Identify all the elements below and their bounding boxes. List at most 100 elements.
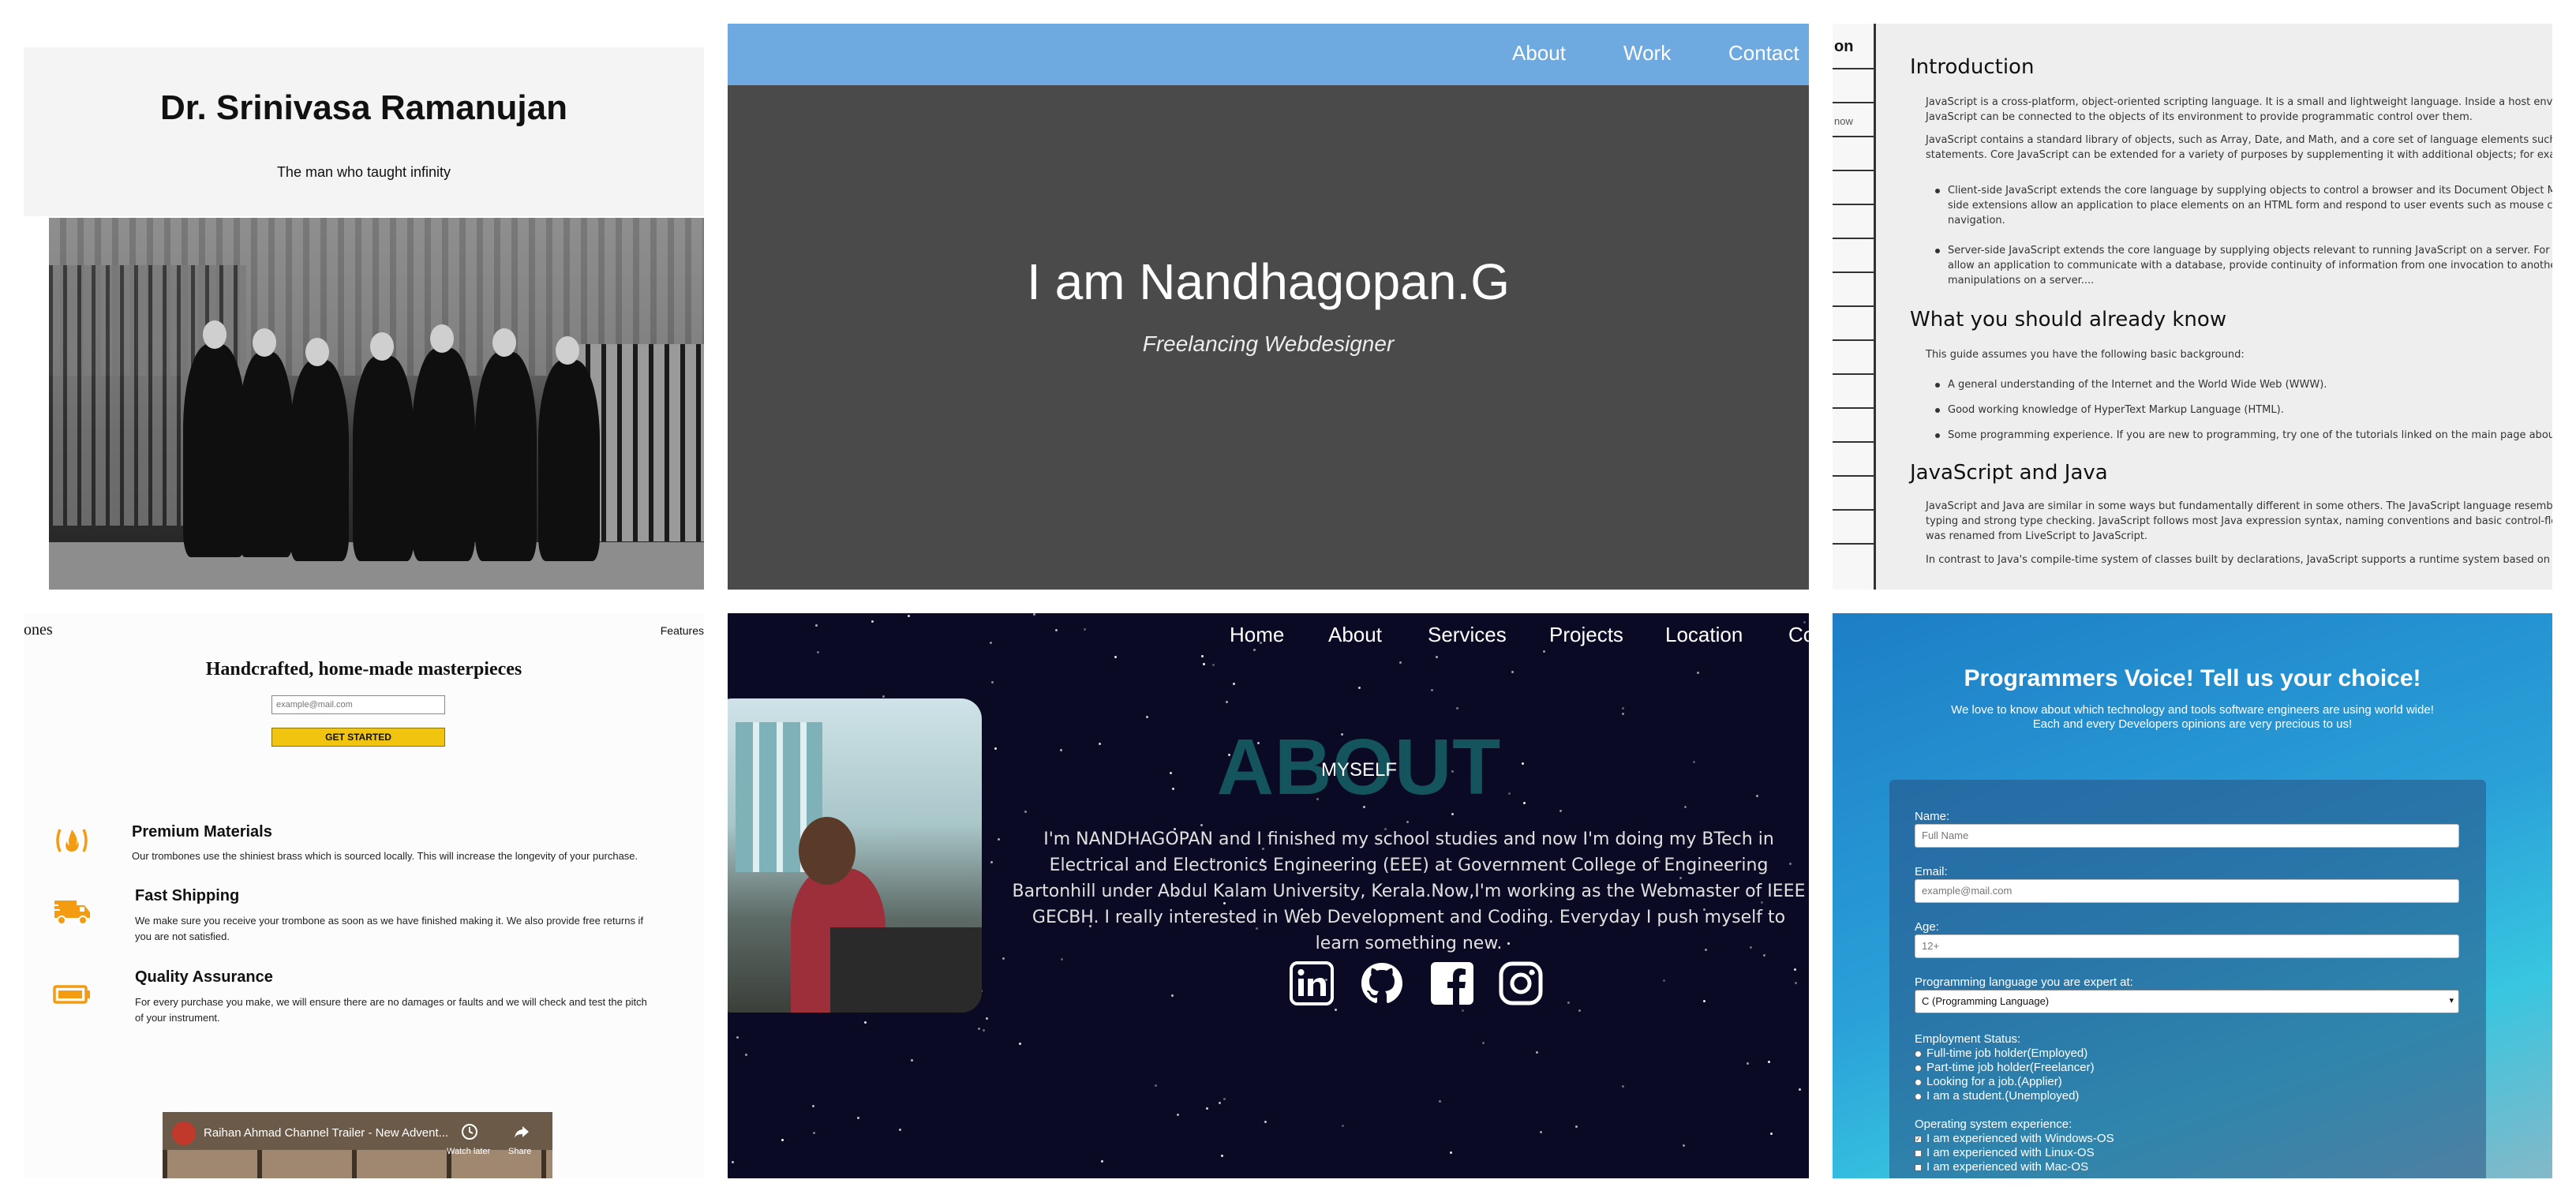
star (1358, 687, 1361, 689)
brand-logo-text[interactable]: ones (24, 621, 53, 639)
about-subheading: MYSELF (1320, 759, 1398, 781)
email-field[interactable]: example@mail.com (1915, 879, 2459, 903)
star (1221, 1155, 1223, 1157)
star (817, 651, 819, 653)
nav-features[interactable]: Features (661, 624, 704, 637)
hero-tagline: Freelancing Webdesigner (1142, 331, 1395, 356)
employment-option[interactable]: Looking for a job.(Applier) (1915, 1075, 2062, 1088)
clock-icon[interactable] (461, 1123, 478, 1140)
star (1540, 1131, 1542, 1133)
nav-about[interactable]: About (1328, 623, 1382, 647)
sidebar-item[interactable]: now (1834, 115, 1853, 127)
employment-option[interactable]: I am a student.(Unemployed) (1915, 1089, 2079, 1103)
nav-about[interactable]: About (1512, 41, 1566, 66)
js-documentation-panel: on now Introduction JavaScript is a cros… (1833, 24, 2552, 590)
star (781, 1139, 784, 1141)
star (1799, 1088, 1801, 1091)
star (1002, 957, 1005, 960)
survey-description: We love to know about which technology a… (1951, 703, 2434, 731)
share-label[interactable]: Share (508, 1147, 531, 1156)
star (1795, 982, 1797, 984)
radio-button[interactable] (1915, 1078, 1922, 1086)
nav-contact[interactable]: Co (1788, 623, 1809, 647)
doc-paragraph: In contrast to Java's compile-time syste… (1926, 554, 2552, 566)
nav-location[interactable]: Location (1665, 623, 1743, 647)
embedded-video[interactable]: Raihan Ahmad Channel Trailer - New Adven… (163, 1112, 552, 1178)
profile-photo (728, 698, 982, 1013)
star (1703, 1000, 1705, 1002)
checkbox[interactable] (1915, 1149, 1922, 1157)
star (1203, 663, 1205, 665)
facebook-icon[interactable] (1429, 960, 1475, 1006)
feature-title: Premium Materials (132, 823, 272, 841)
checkbox[interactable]: ✓ (1915, 1135, 1922, 1143)
product-landing-panel: ones Features Handcrafted, home-made mas… (24, 613, 704, 1178)
star (1101, 1160, 1103, 1163)
email-input[interactable] (271, 695, 445, 714)
channel-avatar[interactable] (172, 1121, 196, 1145)
instagram-icon[interactable] (1498, 960, 1544, 1006)
video-title[interactable]: Raihan Ahmad Channel Trailer - New Adven… (204, 1126, 448, 1140)
age-field[interactable]: 12+ (1915, 934, 2459, 958)
section-heading: What you should already know (1910, 308, 2227, 331)
star (899, 1129, 901, 1131)
star (1756, 795, 1758, 797)
feature-title: Fast Shipping (135, 887, 240, 904)
os-option[interactable]: ✓ I am experienced with Windows-OS (1915, 1132, 2114, 1145)
star (1450, 1151, 1452, 1154)
star (1536, 1051, 1538, 1054)
star (1462, 1009, 1464, 1012)
doc-paragraph: JavaScript contains a standard library o… (1926, 134, 2552, 161)
star (1794, 968, 1796, 971)
language-select[interactable]: C (Programming Language) ▾ (1915, 990, 2459, 1013)
name-field[interactable]: Full Name (1915, 824, 2459, 848)
doc-paragraph: JavaScript is a cross-platform, object-o… (1926, 96, 2552, 123)
star (815, 624, 818, 627)
employment-option[interactable]: Part-time job holder(Freelancer) (1915, 1061, 2095, 1074)
get-started-button[interactable]: GET STARTED (271, 728, 445, 747)
section-heading: JavaScript and Java (1910, 461, 2108, 485)
star (1663, 979, 1665, 982)
radio-button[interactable] (1915, 1064, 1922, 1072)
share-icon[interactable] (513, 1123, 530, 1140)
survey-title: Programmers Voice! Tell us your choice! (1964, 665, 2421, 691)
os-option[interactable]: I am experienced with Mac-OS (1915, 1160, 2088, 1174)
star (1543, 650, 1545, 653)
nav-home[interactable]: Home (1230, 623, 1284, 647)
radio-button[interactable] (1915, 1092, 1922, 1100)
nav-contact[interactable]: Contact (1728, 41, 1799, 66)
star (857, 1117, 859, 1119)
star (745, 1054, 747, 1056)
star (1399, 661, 1402, 664)
nav-work[interactable]: Work (1623, 41, 1671, 66)
employment-option[interactable]: Full-time job holder(Employed) (1915, 1047, 2087, 1060)
tribute-page-panel: Dr. Srinivasa Ramanujan The man who taug… (24, 24, 704, 590)
battery-icon (53, 985, 90, 1004)
star (1567, 1002, 1570, 1004)
star (1511, 671, 1514, 673)
survey-form-panel: Programmers Voice! Tell us your choice! … (1833, 613, 2552, 1178)
doc-paragraph: JavaScript and Java are similar in some … (1926, 500, 2552, 542)
os-label: Operating system experience: (1915, 1118, 2072, 1131)
feature-description: For every purchase you make, we will ens… (135, 996, 647, 1024)
watch-later-label[interactable]: Watch later (447, 1147, 490, 1156)
star (1431, 689, 1433, 691)
star (1335, 1009, 1337, 1011)
dropdown-arrow-icon[interactable]: ▾ (2449, 995, 2454, 1005)
star (1223, 1098, 1226, 1100)
landing-heading: Handcrafted, home-made masterpieces (205, 659, 522, 680)
checkbox[interactable] (1915, 1163, 1922, 1171)
nav-projects[interactable]: Projects (1549, 623, 1623, 647)
star (1177, 1114, 1179, 1116)
star (1253, 649, 1256, 651)
doc-bullet: Client-side JavaScript extends the core … (1935, 183, 2552, 228)
nav-services[interactable]: Services (1428, 623, 1507, 647)
star (1406, 821, 1409, 823)
star (1578, 1009, 1581, 1012)
star (911, 1059, 913, 1062)
os-option[interactable]: I am experienced with Linux-OS (1915, 1146, 2095, 1159)
radio-button[interactable] (1915, 1050, 1922, 1058)
github-icon[interactable] (1359, 960, 1405, 1006)
star (882, 695, 885, 698)
linkedin-icon[interactable] (1289, 960, 1335, 1006)
